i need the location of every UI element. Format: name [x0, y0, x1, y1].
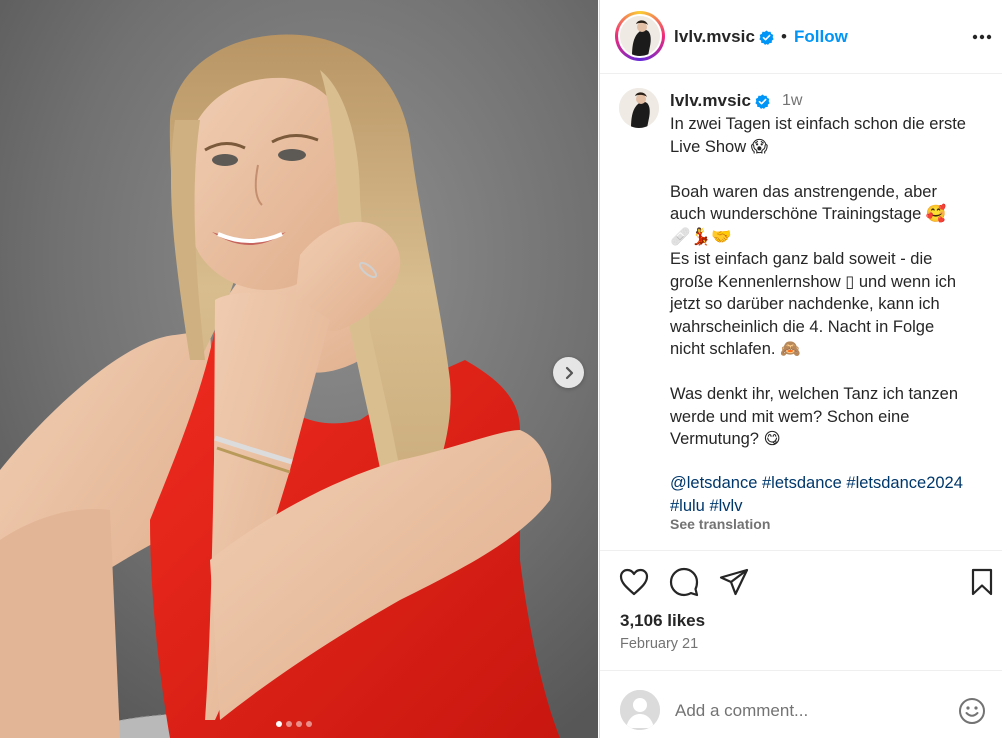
caption-avatar[interactable]	[619, 88, 659, 128]
smiley-icon	[959, 698, 985, 724]
comment-button[interactable]	[668, 566, 700, 598]
bookmark-icon	[971, 568, 993, 596]
caption-line: jetzt so darüber nachdenke, kann ich	[670, 295, 940, 313]
caption-blank-line	[670, 361, 990, 384]
chevron-right-icon	[565, 366, 573, 379]
story-ring[interactable]	[615, 11, 665, 61]
save-button[interactable]	[966, 566, 998, 598]
comment-input[interactable]	[675, 697, 945, 725]
caption-line: 🩹💃🤝	[670, 227, 732, 246]
post-detail-panel: lvlv.mvsic • Follow lvlv.mvsic 1w In zwe…	[599, 0, 1002, 738]
hashtag-link[interactable]: #letsdance	[762, 474, 842, 492]
hashtags: @letsdance #letsdance #letsdance2024 #lu…	[670, 472, 990, 517]
caption-line: Was denkt ihr, welchen Tanz ich tanzen	[670, 385, 958, 403]
paper-plane-icon	[719, 568, 749, 596]
verified-badge-icon	[759, 29, 774, 45]
caption-line: wahrscheinlich die 4. Nacht in Folge	[670, 317, 935, 336]
avatar	[620, 16, 660, 56]
more-options-icon	[972, 34, 992, 40]
hashtag-link[interactable]: #lulu	[670, 497, 705, 515]
caption-line: auch wunderschöne Trainingstage 🥰	[670, 205, 947, 223]
comment-composer	[600, 670, 1002, 738]
caption-blank-line	[670, 158, 990, 181]
caption-line: große Kennenlernshow ▯ und wenn ich	[670, 272, 957, 291]
hashtag-link[interactable]: #lvlv	[709, 497, 742, 515]
post-image	[0, 0, 598, 738]
hashtag-link[interactable]: #letsdance2024	[846, 474, 963, 492]
current-user-avatar	[620, 690, 660, 730]
carousel-indicator	[276, 721, 312, 727]
next-slide-button[interactable]	[553, 357, 584, 388]
more-options-button[interactable]	[970, 25, 994, 49]
post-date[interactable]: February 21	[620, 636, 698, 652]
like-button[interactable]	[618, 566, 650, 598]
caption-username[interactable]: lvlv.mvsic	[670, 91, 751, 111]
action-bar	[600, 566, 1002, 602]
caption-line: nicht schlafen. 🙈	[670, 340, 801, 358]
follow-button[interactable]: Follow	[794, 27, 848, 47]
carousel-dot	[276, 721, 282, 727]
carousel-dot	[296, 721, 302, 727]
caption-line: Vermutung? 😋	[670, 430, 781, 448]
header-username[interactable]: lvlv.mvsic	[674, 27, 755, 47]
comment-bubble-icon	[669, 567, 699, 597]
header-separator: •	[781, 27, 787, 46]
caption-line: Es ist einfach ganz bald soweit - die	[670, 250, 933, 268]
caption-line: werde und mit wem? Schon eine	[670, 407, 910, 426]
post-header: lvlv.mvsic • Follow	[600, 0, 1002, 74]
see-translation-link[interactable]: See translation	[670, 516, 770, 532]
post-time-ago[interactable]: 1w	[782, 92, 802, 110]
caption-section: lvlv.mvsic 1w In zwei Tagen ist einfach …	[600, 75, 1002, 551]
share-button[interactable]	[718, 566, 750, 598]
likes-count[interactable]: 3,106 likes	[620, 611, 705, 631]
heart-icon	[619, 568, 649, 596]
verified-badge-icon	[755, 93, 770, 109]
emoji-button[interactable]	[957, 696, 987, 726]
caption-line: Boah waren das anstrengende, aber	[670, 182, 937, 201]
carousel-dot	[306, 721, 312, 727]
caption-text: In zwei Tagen ist einfach schon die erst…	[670, 113, 990, 451]
mention-link[interactable]: @letsdance	[670, 474, 757, 492]
caption-line: In zwei Tagen ist einfach schon die erst…	[670, 115, 966, 133]
post-photo[interactable]	[0, 0, 598, 738]
caption-line: Live Show 😱	[670, 137, 768, 156]
carousel-dot	[286, 721, 292, 727]
